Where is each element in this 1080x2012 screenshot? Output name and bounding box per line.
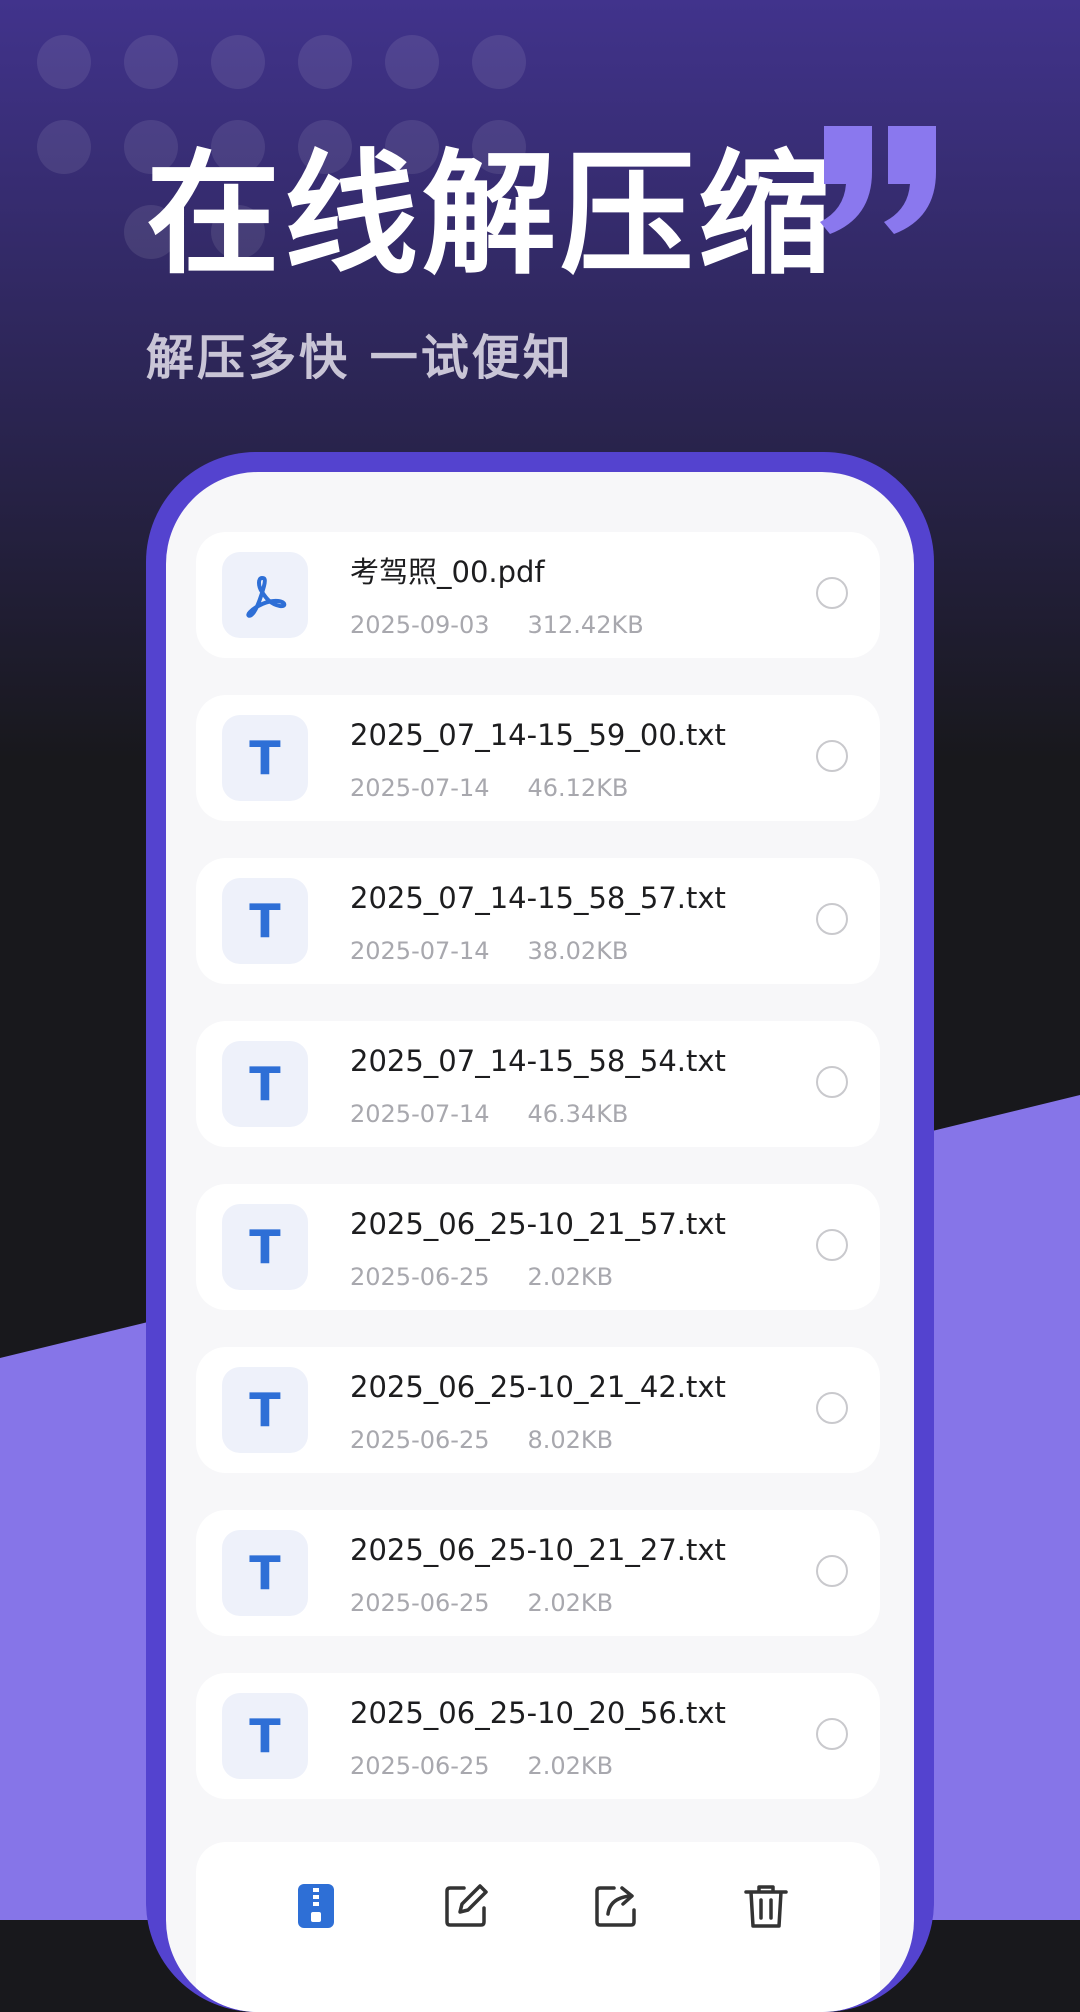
bottom-action-bar <box>196 1842 880 2012</box>
select-radio[interactable] <box>816 740 848 772</box>
hero-subtitle: 解压多快 一试便知 <box>146 330 574 386</box>
zip-button[interactable] <box>292 1882 340 1930</box>
file-row[interactable]: 考驾照_00.pdf 2025-09-03 312.42KB <box>196 532 880 658</box>
zip-icon <box>298 1884 334 1928</box>
txt-icon: T <box>222 1367 308 1453</box>
file-name: 2025_07_14-15_58_57.txt <box>350 881 726 915</box>
txt-glyph: T <box>249 894 281 948</box>
file-size: 2.02KB <box>527 1752 614 1780</box>
pdf-icon <box>222 552 308 638</box>
txt-glyph: T <box>249 1709 281 1763</box>
delete-button[interactable] <box>742 1882 790 1930</box>
file-name: 考驾照_00.pdf <box>350 555 545 589</box>
file-meta: 2025-07-14 46.12KB <box>350 773 628 803</box>
share-icon <box>595 1886 636 1927</box>
file-date: 2025-06-25 <box>350 1589 490 1617</box>
edit-button[interactable] <box>442 1882 490 1930</box>
file-meta: 2025-06-25 2.02KB <box>350 1262 613 1292</box>
txt-icon: T <box>222 715 308 801</box>
file-date: 2025-06-25 <box>350 1263 490 1291</box>
file-name: 2025_06_25-10_20_56.txt <box>350 1696 726 1730</box>
file-date: 2025-06-25 <box>350 1752 490 1780</box>
file-size: 312.42KB <box>527 611 644 639</box>
txt-glyph: T <box>249 1383 281 1437</box>
share-button[interactable] <box>592 1882 640 1930</box>
select-radio[interactable] <box>816 1718 848 1750</box>
file-meta: 2025-07-14 38.02KB <box>350 936 628 966</box>
file-date: 2025-07-14 <box>350 937 490 965</box>
file-meta: 2025-06-25 2.02KB <box>350 1588 613 1618</box>
txt-icon: T <box>222 1041 308 1127</box>
file-date: 2025-09-03 <box>350 611 490 639</box>
select-radio[interactable] <box>816 1392 848 1424</box>
txt-icon: T <box>222 1693 308 1779</box>
hero-title: 在线解压缩 <box>146 137 837 293</box>
file-size: 8.02KB <box>527 1426 614 1454</box>
txt-icon: T <box>222 1204 308 1290</box>
txt-glyph: T <box>249 1057 281 1111</box>
file-size: 2.02KB <box>527 1263 614 1291</box>
select-radio[interactable] <box>816 1229 848 1261</box>
select-radio[interactable] <box>816 577 848 609</box>
file-name: 2025_07_14-15_58_54.txt <box>350 1044 726 1078</box>
file-size: 46.34KB <box>527 1100 629 1128</box>
txt-icon: T <box>222 878 308 964</box>
select-radio[interactable] <box>816 903 848 935</box>
file-meta: 2025-06-25 2.02KB <box>350 1751 613 1781</box>
file-date: 2025-07-14 <box>350 774 490 802</box>
file-name: 2025_06_25-10_21_42.txt <box>350 1370 726 1404</box>
txt-icon: T <box>222 1530 308 1616</box>
file-meta: 2025-07-14 46.34KB <box>350 1099 628 1129</box>
file-row[interactable]: T 2025_06_25-10_21_57.txt 2025-06-25 2.02… <box>196 1184 880 1310</box>
file-meta: 2025-06-25 8.02KB <box>350 1425 613 1455</box>
txt-glyph: T <box>249 1546 281 1600</box>
quote-icon <box>820 126 936 234</box>
file-row[interactable]: T 2025_06_25-10_21_27.txt 2025-06-25 2.02… <box>196 1510 880 1636</box>
select-radio[interactable] <box>816 1555 848 1587</box>
phone-screen: 考驾照_00.pdf 2025-09-03 312.42KB T 2025_07_… <box>166 472 914 2012</box>
file-name: 2025_06_25-10_21_57.txt <box>350 1207 726 1241</box>
file-name: 2025_06_25-10_21_27.txt <box>350 1533 726 1567</box>
file-list: 考驾照_00.pdf 2025-09-03 312.42KB T 2025_07_… <box>196 532 880 1836</box>
file-size: 38.02KB <box>527 937 629 965</box>
file-row[interactable]: T 2025_07_14-15_58_57.txt 2025-07-14 38.0… <box>196 858 880 984</box>
file-date: 2025-06-25 <box>350 1426 490 1454</box>
file-meta: 2025-09-03 312.42KB <box>350 610 644 640</box>
txt-glyph: T <box>249 731 281 785</box>
file-name: 2025_07_14-15_59_00.txt <box>350 718 726 752</box>
trash-icon <box>744 1885 788 1928</box>
file-date: 2025-07-14 <box>350 1100 490 1128</box>
file-row[interactable]: T 2025_07_14-15_59_00.txt 2025-07-14 46.1… <box>196 695 880 821</box>
txt-glyph: T <box>249 1220 281 1274</box>
file-size: 2.02KB <box>527 1589 614 1617</box>
file-row[interactable]: T 2025_06_25-10_21_42.txt 2025-06-25 8.02… <box>196 1347 880 1473</box>
edit-icon <box>445 1884 488 1927</box>
select-radio[interactable] <box>816 1066 848 1098</box>
file-row[interactable]: T 2025_06_25-10_20_56.txt 2025-06-25 2.02… <box>196 1673 880 1799</box>
file-size: 46.12KB <box>527 774 629 802</box>
file-row[interactable]: T 2025_07_14-15_58_54.txt 2025-07-14 46.3… <box>196 1021 880 1147</box>
